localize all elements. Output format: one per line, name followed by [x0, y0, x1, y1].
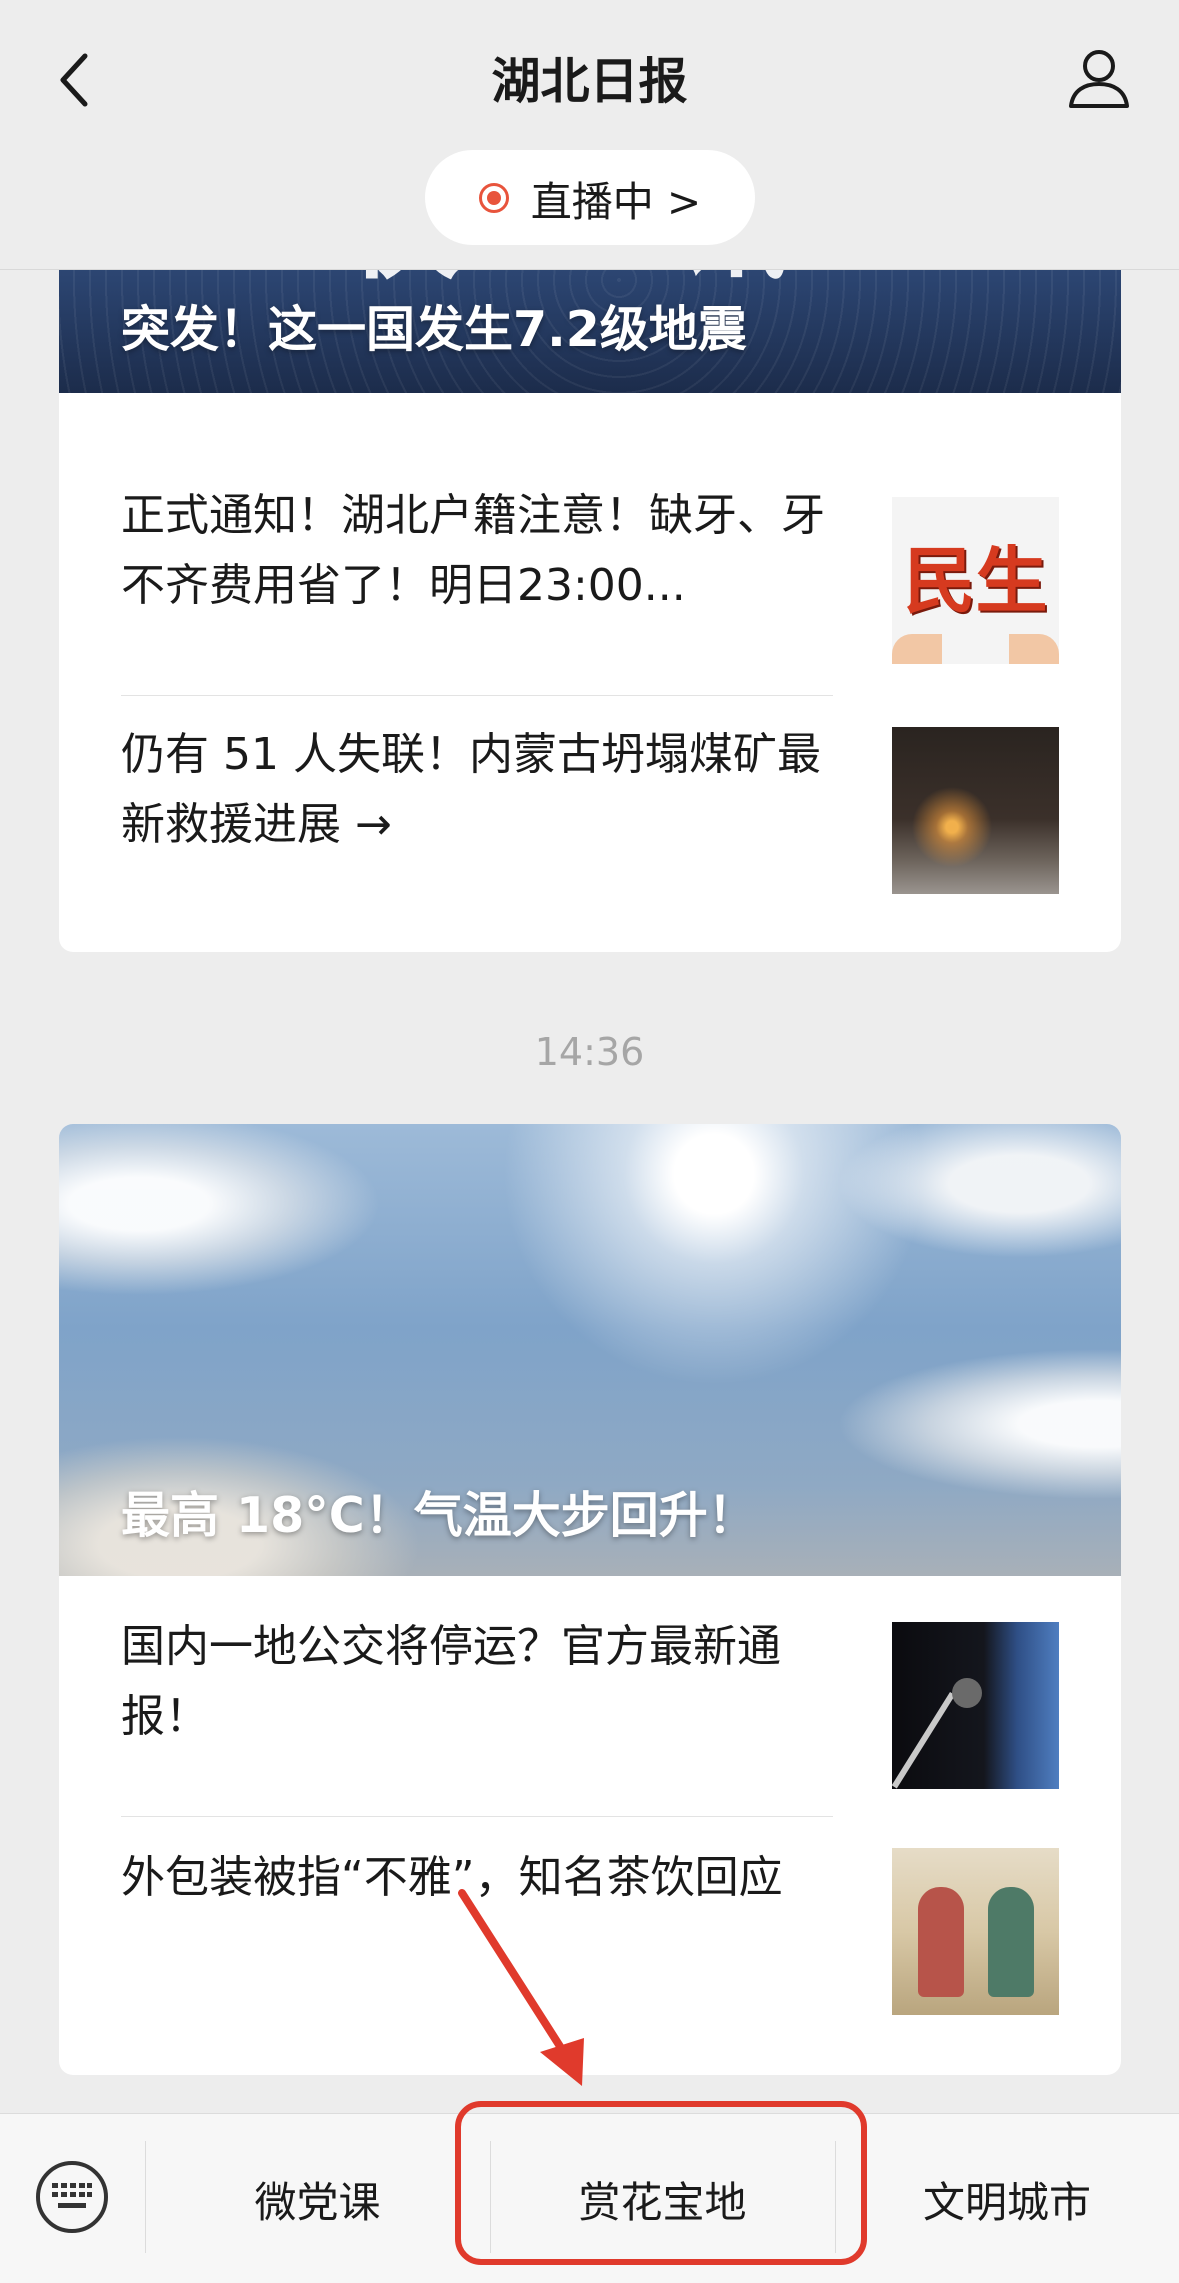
hero-caption: 最高 18°C！气温大步回升！ [121, 1487, 757, 1544]
list-item[interactable]: 国内一地公交将停运？官方最新通报！ [121, 1576, 1059, 1804]
person-icon [1069, 50, 1129, 108]
live-dot-icon [478, 182, 509, 213]
menu-item-civilized-city[interactable]: 文明城市 [835, 2114, 1179, 2283]
keyboard-icon [52, 2183, 92, 2208]
timestamp: 14:36 [534, 1030, 645, 1074]
hands-graphic [892, 634, 1059, 664]
profile-button[interactable] [1059, 38, 1139, 118]
article-title: 国内一地公交将停运？官方最新通报！ [121, 1621, 781, 1742]
page-title: 湖北日报 [491, 53, 688, 110]
article-thumbnail: 民生 [892, 497, 1059, 664]
list-item[interactable]: 仍有 51 人失联！内蒙古坍塌煤矿最新救援进展 → [121, 696, 1059, 924]
menu-item-flower-spots[interactable]: 赏花宝地 [490, 2114, 835, 2283]
article-thumbnail [892, 1848, 1059, 2015]
mic-stand-graphic [891, 1692, 956, 1789]
article-thumbnail [892, 727, 1059, 894]
news-card: 最高 18°C！气温大步回升！ 国内一地公交将停运？官方最新通报！ 外包装被指“… [59, 1124, 1121, 2075]
article-title: 外包装被指“不雅”，知名茶饮回应 [121, 1852, 783, 1903]
hero-caption: 突发！这一国发生7.2级地震 [121, 301, 747, 358]
bottom-menu: 微党课 赏花宝地 文明城市 [0, 2113, 1179, 2283]
list-item[interactable]: 正式通知！湖北户籍注意！缺牙、牙不齐费用省了！明日23:00... 民生 [121, 453, 1059, 681]
figure-graphic [988, 1887, 1034, 1997]
menu-item-micro-party-class[interactable]: 微党课 [145, 2114, 490, 2283]
figure-graphic [918, 1887, 964, 1997]
live-button[interactable]: 直播中 > [425, 150, 755, 245]
news-card: 快 讯 突发！这一国发生7.2级地震 正式通知！湖北户籍注意！缺牙、牙不齐费用省… [59, 200, 1121, 952]
hero-article[interactable]: 最高 18°C！气温大步回升！ [59, 1124, 1121, 1576]
thumbnail-text: 民生 [903, 538, 1048, 623]
list-item[interactable]: 外包装被指“不雅”，知名茶饮回应 [121, 1817, 1059, 2045]
article-title: 正式通知！湖北户籍注意！缺牙、牙不齐费用省了！明日23:00... [121, 490, 825, 611]
article-title: 仍有 51 人失联！内蒙古坍塌煤矿最新救援进展 → [121, 729, 821, 850]
keyboard-toggle-button[interactable] [36, 2161, 108, 2233]
article-thumbnail [891, 1622, 1059, 1789]
live-label: 直播中 > [530, 177, 702, 226]
microphone-icon [952, 1678, 982, 1708]
nav-header: 湖北日报 直播中 > [0, 0, 1179, 270]
